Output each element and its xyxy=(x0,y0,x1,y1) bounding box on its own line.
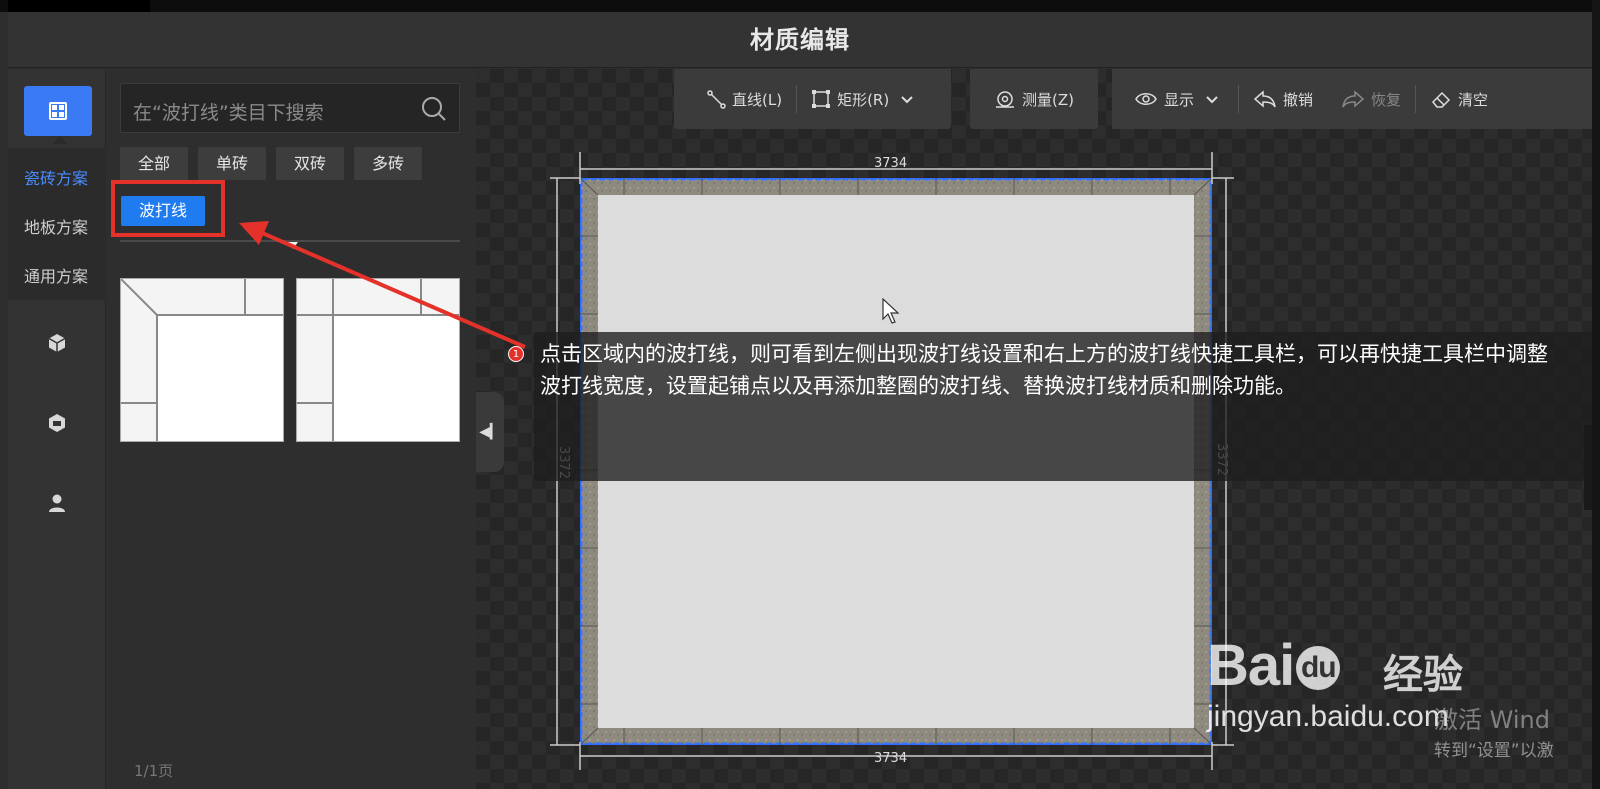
eraser-icon xyxy=(1432,91,1451,108)
line-tool[interactable]: 直线(L) xyxy=(692,85,796,113)
tape-measure-icon xyxy=(996,91,1014,108)
annotation-tooltip: 点击区域内的波打线，则可看到左侧出现波打线设置和右上方的波打线快捷工具栏，可以再… xyxy=(534,332,1592,481)
rect-tool[interactable]: 矩形(R) xyxy=(797,85,933,113)
grid-icon xyxy=(49,102,67,120)
rect-icon xyxy=(812,90,831,108)
page-title: 材质编辑 xyxy=(750,26,850,54)
os-activation-line1: 激活 Wind xyxy=(1434,706,1550,734)
dimension-top: 3734 xyxy=(874,156,908,171)
chevron-down-icon[interactable] xyxy=(1206,90,1224,108)
title-bar: 材质编辑 xyxy=(8,12,1592,68)
left-nav: 瓷砖方案 地板方案 通用方案 xyxy=(8,69,106,789)
clear-button[interactable]: 清空 xyxy=(1416,85,1502,113)
pager: 1/1页 xyxy=(134,762,174,780)
eye-icon xyxy=(1135,93,1157,105)
highlight-box xyxy=(111,180,225,237)
nav-pointer xyxy=(52,136,68,144)
dimension-bottom: 3734 xyxy=(874,751,908,766)
annotation-badge: 1 xyxy=(508,346,524,362)
user-icon[interactable] xyxy=(44,490,70,516)
watermark-brand: Bai du xyxy=(1207,632,1341,699)
undo-button[interactable]: 撤销 xyxy=(1239,85,1327,113)
undo-label: 撤销 xyxy=(1283,90,1314,109)
material-panel: 在“波打线”类目下搜索 全部 单砖 双砖 多砖 波打线 xyxy=(106,69,476,789)
nav-item-general-scheme[interactable]: 通用方案 xyxy=(24,263,88,287)
display-tool[interactable]: 显示 xyxy=(1120,85,1238,113)
view-toolbar: 显示 撤销 恢复 清空 xyxy=(1112,69,1592,129)
tile-scheme-button[interactable] xyxy=(24,86,92,136)
search-icon[interactable] xyxy=(421,96,447,126)
mouse-cursor-icon xyxy=(882,298,900,324)
clear-label: 清空 xyxy=(1458,90,1489,109)
nav-item-tile-scheme[interactable]: 瓷砖方案 xyxy=(24,165,88,189)
chip-multi[interactable]: 多砖 xyxy=(354,147,422,180)
measure-toolbar: 测量(Z) xyxy=(970,69,1098,129)
box-icon[interactable] xyxy=(44,410,70,436)
draw-toolbar: 直线(L) 矩形(R) xyxy=(674,69,952,129)
watermark-brand-a: Bai xyxy=(1207,633,1295,698)
display-tool-label: 显示 xyxy=(1164,90,1195,109)
redo-label: 恢复 xyxy=(1371,90,1402,109)
redo-icon xyxy=(1342,90,1365,108)
watermark-cn: 经验 xyxy=(1383,652,1463,698)
annotation-text: 点击区域内的波打线，则可看到左侧出现波打线设置和右上方的波打线快捷工具栏，可以再… xyxy=(540,342,1548,398)
nav-item-floor-scheme[interactable]: 地板方案 xyxy=(24,214,88,238)
window-edge xyxy=(1592,0,1600,789)
chevron-down-icon[interactable] xyxy=(901,90,919,108)
nav-submenu: 瓷砖方案 地板方案 通用方案 xyxy=(8,148,106,300)
cube-icon[interactable] xyxy=(44,330,70,356)
watermark-url: jingyan.baidu.com xyxy=(1207,700,1449,733)
chip-double[interactable]: 双砖 xyxy=(276,147,344,180)
top-bar xyxy=(0,0,1600,20)
app-window: 材质编辑 瓷砖方案 地板方案 通用方案 在“波打线”类目下搜索 全部 单砖 双砖… xyxy=(0,0,1600,789)
search-input[interactable]: 在“波打线”类目下搜索 xyxy=(133,98,324,125)
collapse-left-icon: ◀▎ xyxy=(479,424,501,440)
collapse-panel-button[interactable]: ◀▎ xyxy=(476,392,504,472)
measure-tool[interactable]: 测量(Z) xyxy=(980,85,1088,113)
line-icon xyxy=(707,90,726,109)
line-tool-label: 直线(L) xyxy=(732,90,783,109)
os-activation-line2: 转到“设置”以激 xyxy=(1434,741,1554,761)
scrollbar-thumb[interactable] xyxy=(1584,425,1592,510)
annotation-arrow xyxy=(239,221,526,349)
chip-all[interactable]: 全部 xyxy=(120,147,188,180)
undo-icon xyxy=(1253,90,1276,108)
search-box[interactable]: 在“波打线”类目下搜索 xyxy=(120,83,460,133)
chip-single[interactable]: 单砖 xyxy=(198,147,266,180)
watermark-paw: du xyxy=(1296,646,1341,690)
rect-tool-label: 矩形(R) xyxy=(837,90,890,109)
redo-button[interactable]: 恢复 xyxy=(1327,85,1415,113)
measure-tool-label: 测量(Z) xyxy=(1022,90,1074,109)
